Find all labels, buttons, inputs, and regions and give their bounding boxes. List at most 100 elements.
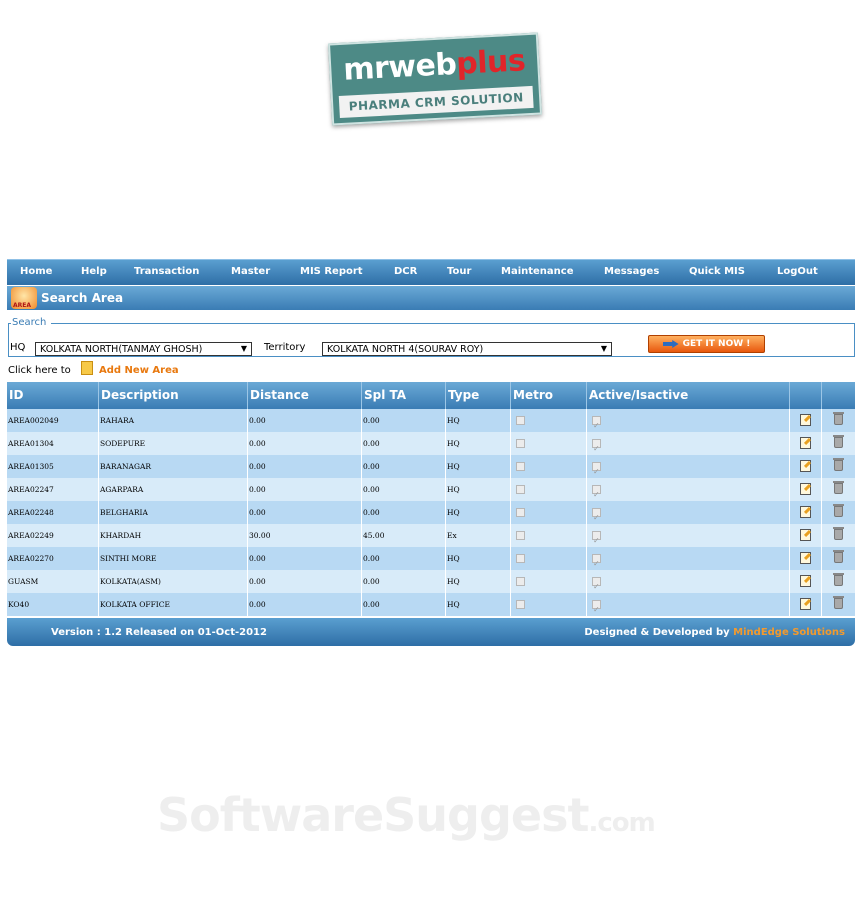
nav-messages[interactable]: Messages [604,266,659,277]
cell-distance: 0.00 [248,478,362,501]
active-checkbox[interactable] [592,414,601,432]
trash-icon[interactable] [833,435,844,448]
col-description: Description [99,382,248,409]
cell-desc: KOLKATA(ASM) [99,570,248,593]
trash-icon[interactable] [833,458,844,471]
cell-desc: AGARPARA [99,478,248,501]
metro-checkbox[interactable] [516,554,525,563]
trash-icon[interactable] [833,504,844,517]
active-checkbox[interactable] [592,575,601,593]
metro-checkbox[interactable] [516,508,525,517]
nav-tour[interactable]: Tour [447,266,471,277]
cell-metro [511,524,587,547]
trash-icon[interactable] [833,527,844,540]
cell-edit [790,409,822,432]
active-checkbox[interactable] [592,506,601,524]
cell-metro [511,432,587,455]
cell-distance: 0.00 [248,593,362,616]
nav-dcr[interactable]: DCR [394,266,417,277]
trash-icon[interactable] [833,412,844,425]
cell-metro [511,501,587,524]
logo-word-white: mrweb [342,46,458,88]
cell-type: HQ [446,501,511,524]
cell-id: AREA002049 [7,409,99,432]
metro-checkbox[interactable] [516,531,525,540]
table-body: AREA002049RAHARA0.000.00HQAREA01304SODEP… [7,409,855,616]
dropdown-arrow-icon: ▼ [600,344,607,353]
territory-select[interactable]: KOLKATA NORTH 4(SOURAV ROY) ▼ [322,342,612,356]
active-checkbox[interactable] [592,598,601,616]
cell-spl-ta: 0.00 [362,547,446,570]
edit-icon[interactable] [800,437,811,449]
edit-icon[interactable] [800,506,811,518]
col-metro: Metro [511,382,587,409]
nav-help[interactable]: Help [81,266,107,277]
cell-id: AREA01304 [7,432,99,455]
add-prefix-text: Click here to [8,365,71,376]
table-row: AREA02249 KHARDAH 30.00 45.00 Ex [7,524,855,547]
edit-icon[interactable] [800,575,811,587]
edit-icon[interactable] [800,483,811,495]
nav-maintenance[interactable]: Maintenance [501,266,574,277]
hq-select[interactable]: KOLKATA NORTH(TANMAY GHOSH) ▼ [35,342,252,356]
cell-active [587,524,790,547]
table-row: GUASM KOLKATA(ASM) 0.00 0.00 HQ [7,570,855,593]
trash-icon[interactable] [833,550,844,563]
nav-home[interactable]: Home [20,266,52,277]
cell-type: Ex [446,524,511,547]
cell-desc: KOLKATA OFFICE [99,593,248,616]
active-checkbox[interactable] [592,529,601,547]
cell-spl-ta: 0.00 [362,432,446,455]
trash-icon[interactable] [833,481,844,494]
search-legend: Search [11,317,48,328]
cell-metro [511,547,587,570]
col-edit [790,382,822,409]
nav-transaction[interactable]: Transaction [134,266,199,277]
edit-icon[interactable] [800,529,811,541]
nav-quick-mis[interactable]: Quick MIS [689,266,745,277]
add-new-area-link[interactable]: Add New Area [99,365,179,376]
active-checkbox[interactable] [592,437,601,455]
metro-checkbox[interactable] [516,577,525,586]
active-checkbox[interactable] [592,552,601,570]
cell-desc: KHARDAH [99,524,248,547]
active-checkbox[interactable] [592,483,601,501]
cell-edit [790,478,822,501]
edit-icon[interactable] [800,552,811,564]
get-it-now-button[interactable]: GET IT NOW ! [648,335,765,353]
trash-icon[interactable] [833,596,844,609]
cell-delete [822,501,855,524]
cell-spl-ta: 0.00 [362,478,446,501]
cell-distance: 30.00 [248,524,362,547]
nav-master[interactable]: Master [231,266,270,277]
cell-delete [822,547,855,570]
table-row: AREA01304 SODEPURE 0.00 0.00 HQ [7,432,855,455]
company-link[interactable]: MindEdge Solutions [733,627,845,638]
cell-desc: SODEPURE [99,432,248,455]
cell-type: HQ [446,547,511,570]
cell-desc: SINTHI MORE [99,547,248,570]
nav-mis-report[interactable]: MIS Report [300,266,363,277]
metro-checkbox[interactable] [516,416,525,425]
edit-icon[interactable] [800,460,811,472]
edit-icon[interactable] [800,598,811,610]
metro-checkbox[interactable] [516,600,525,609]
cell-metro [511,570,587,593]
cell-metro [511,455,587,478]
cell-id: AREA02249 [7,524,99,547]
dropdown-arrow-icon: ▼ [240,344,247,353]
active-checkbox[interactable] [592,460,601,478]
trash-icon[interactable] [833,573,844,586]
metro-checkbox[interactable] [516,439,525,448]
developer-credit: Designed & Developed by MindEdge Solutio… [584,627,845,638]
metro-checkbox[interactable] [516,485,525,494]
edit-icon[interactable] [800,414,811,426]
cell-delete [822,478,855,501]
nav-logout[interactable]: LogOut [777,266,818,277]
metro-checkbox[interactable] [516,462,525,471]
cell-delete [822,570,855,593]
version-text: Version : 1.2 Released on 01-Oct-2012 [51,627,267,638]
table-row: AREA01305 BARANAGAR 0.00 0.00 HQ [7,455,855,478]
cell-edit [790,547,822,570]
page-header: AREA Search Area [7,286,855,310]
